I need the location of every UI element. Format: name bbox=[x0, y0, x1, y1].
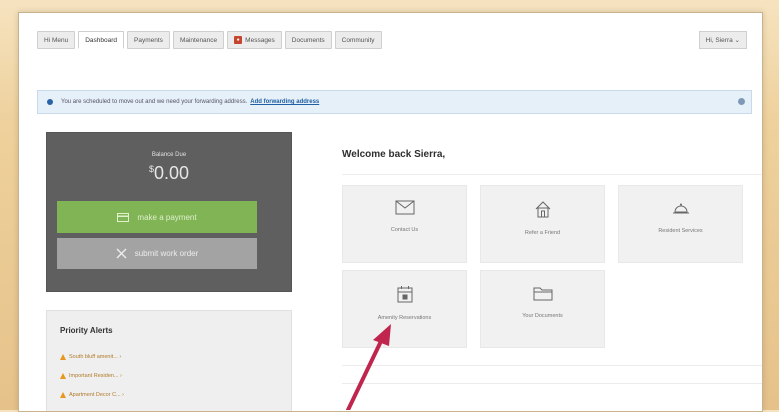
annotation-arrow bbox=[346, 324, 391, 410]
